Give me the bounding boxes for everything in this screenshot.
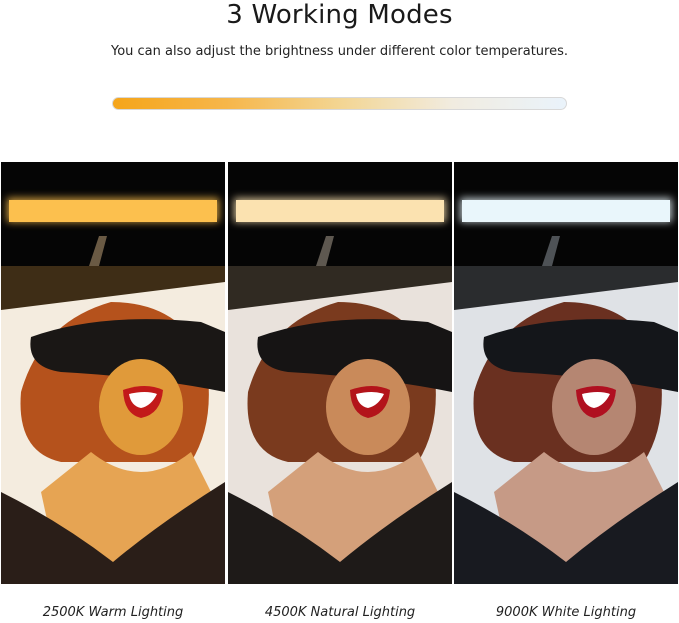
page-title: 3 Working Modes	[226, 0, 453, 30]
product-infographic: 3 Working Modes You can also adjust the …	[0, 0, 679, 623]
page-subtitle: You can also adjust the brightness under…	[110, 44, 569, 59]
light-bar	[462, 200, 670, 222]
mode-caption-white: 9000K White Lighting	[495, 605, 637, 620]
mode-panel-warm	[1, 162, 225, 584]
white-lighting-photo	[454, 162, 678, 584]
color-temperature-gradient-bar	[112, 97, 567, 110]
mode-caption-warm: 2500K Warm Lighting	[42, 605, 184, 620]
warm-lighting-photo	[1, 162, 225, 584]
natural-lighting-photo	[228, 162, 452, 584]
mode-panel-white	[454, 162, 678, 584]
light-bar	[9, 200, 217, 222]
mode-panel-natural	[228, 162, 452, 584]
light-bar	[236, 200, 444, 222]
mode-caption-natural: 4500K Natural Lighting	[264, 605, 416, 620]
